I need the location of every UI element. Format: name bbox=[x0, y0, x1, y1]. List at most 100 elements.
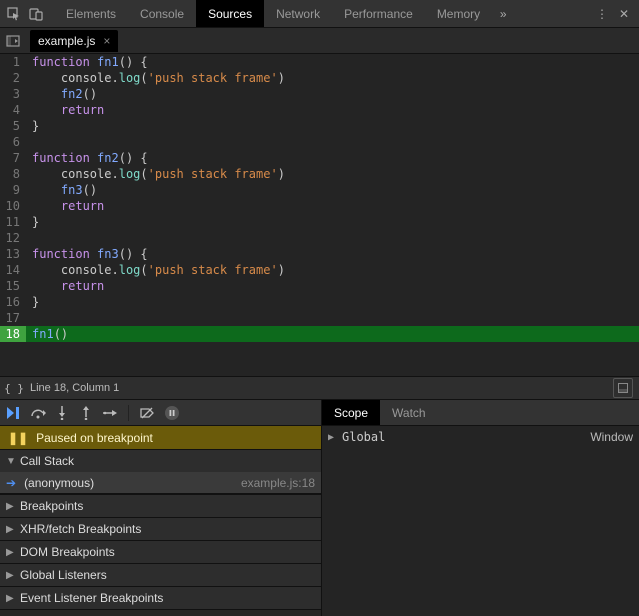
line-number[interactable]: 8 bbox=[0, 166, 26, 182]
code-line[interactable]: 7function fn2() { bbox=[0, 150, 639, 166]
line-number[interactable]: 18 bbox=[0, 326, 26, 342]
line-number[interactable]: 6 bbox=[0, 134, 26, 150]
stack-frame-fn: (anonymous) bbox=[24, 476, 94, 490]
triangle-right-icon: ▶ bbox=[6, 547, 16, 558]
line-number[interactable]: 4 bbox=[0, 102, 26, 118]
close-devtools-icon[interactable]: ✕ bbox=[613, 3, 635, 25]
code-line[interactable]: 17 bbox=[0, 310, 639, 326]
code-text bbox=[26, 230, 639, 246]
code-line[interactable]: 1function fn1() { bbox=[0, 54, 639, 70]
pause-exceptions-icon[interactable] bbox=[163, 405, 179, 421]
overflow-tabs-icon[interactable]: » bbox=[492, 3, 514, 25]
step-over-icon[interactable] bbox=[30, 405, 46, 421]
code-line[interactable]: 18fn1() bbox=[0, 326, 639, 342]
code-line[interactable]: 16} bbox=[0, 294, 639, 310]
debugger-left-pane: ❚❚ Paused on breakpoint ▼ Call Stack ➔ (… bbox=[0, 400, 322, 616]
dom-breakpoints-header[interactable]: ▶ DOM Breakpoints bbox=[0, 541, 321, 563]
panel-tabs: ElementsConsoleSourcesNetworkPerformance… bbox=[54, 0, 492, 27]
code-text: return bbox=[26, 102, 639, 118]
device-toggle-icon[interactable] bbox=[26, 4, 46, 24]
code-line[interactable]: 15 return bbox=[0, 278, 639, 294]
code-text bbox=[26, 134, 639, 150]
line-number[interactable]: 17 bbox=[0, 310, 26, 326]
code-text: function fn1() { bbox=[26, 54, 639, 70]
file-tab-label: example.js bbox=[38, 34, 95, 48]
code-line[interactable]: 12 bbox=[0, 230, 639, 246]
panel-tab-sources[interactable]: Sources bbox=[196, 0, 264, 27]
code-text: } bbox=[26, 214, 639, 230]
scope-name: Global bbox=[342, 430, 385, 444]
right-tabs: ScopeWatch bbox=[322, 400, 639, 426]
code-line[interactable]: 11} bbox=[0, 214, 639, 230]
event-listener-breakpoints-header[interactable]: ▶ Event Listener Breakpoints bbox=[0, 587, 321, 609]
code-line[interactable]: 6 bbox=[0, 134, 639, 150]
right-tab-scope[interactable]: Scope bbox=[322, 400, 380, 425]
line-number[interactable]: 14 bbox=[0, 262, 26, 278]
global-listeners-header[interactable]: ▶ Global Listeners bbox=[0, 564, 321, 586]
pause-icon: ❚❚ bbox=[8, 431, 28, 445]
pretty-print-icon[interactable]: { } bbox=[0, 382, 28, 395]
line-number[interactable]: 15 bbox=[0, 278, 26, 294]
call-stack-header[interactable]: ▼ Call Stack bbox=[0, 450, 321, 472]
code-text: function fn2() { bbox=[26, 150, 639, 166]
code-line[interactable]: 14 console.log('push stack frame') bbox=[0, 262, 639, 278]
code-line[interactable]: 2 console.log('push stack frame') bbox=[0, 70, 639, 86]
inspect-icon[interactable] bbox=[4, 4, 24, 24]
code-line[interactable]: 4 return bbox=[0, 102, 639, 118]
settings-menu-icon[interactable]: ⋮ bbox=[591, 3, 613, 25]
code-line[interactable]: 5} bbox=[0, 118, 639, 134]
code-editor[interactable]: 1function fn1() {2 console.log('push sta… bbox=[0, 54, 639, 376]
file-tab[interactable]: example.js × bbox=[30, 30, 118, 52]
code-line[interactable]: 8 console.log('push stack frame') bbox=[0, 166, 639, 182]
scope-row-global[interactable]: ▶ Global Window bbox=[328, 430, 633, 444]
code-text: } bbox=[26, 118, 639, 134]
panel-tab-network[interactable]: Network bbox=[264, 0, 332, 27]
show-navigator-icon[interactable] bbox=[0, 28, 26, 54]
paused-banner: ❚❚ Paused on breakpoint bbox=[0, 426, 321, 450]
code-line[interactable]: 10 return bbox=[0, 198, 639, 214]
deactivate-breakpoints-icon[interactable] bbox=[139, 405, 155, 421]
step-into-icon[interactable] bbox=[54, 405, 70, 421]
section-title: DOM Breakpoints bbox=[20, 545, 115, 559]
line-number[interactable]: 10 bbox=[0, 198, 26, 214]
toggle-sidebar-icon[interactable] bbox=[613, 378, 633, 398]
code-text: fn3() bbox=[26, 182, 639, 198]
code-text: console.log('push stack frame') bbox=[26, 70, 639, 86]
line-number[interactable]: 5 bbox=[0, 118, 26, 134]
line-number[interactable]: 9 bbox=[0, 182, 26, 198]
triangle-right-icon: ▶ bbox=[6, 524, 16, 535]
close-tab-icon[interactable]: × bbox=[103, 34, 110, 48]
line-number[interactable]: 11 bbox=[0, 214, 26, 230]
event-listener-breakpoints-section: ▶ Event Listener Breakpoints bbox=[0, 587, 321, 610]
panel-tab-performance[interactable]: Performance bbox=[332, 0, 425, 27]
line-number[interactable]: 13 bbox=[0, 246, 26, 262]
code-line[interactable]: 13function fn3() { bbox=[0, 246, 639, 262]
step-out-icon[interactable] bbox=[78, 405, 94, 421]
xhr-breakpoints-header[interactable]: ▶ XHR/fetch Breakpoints bbox=[0, 518, 321, 540]
line-number[interactable]: 2 bbox=[0, 70, 26, 86]
code-line[interactable]: 9 fn3() bbox=[0, 182, 639, 198]
line-number[interactable]: 1 bbox=[0, 54, 26, 70]
triangle-down-icon: ▼ bbox=[6, 456, 16, 467]
triangle-right-icon: ▶ bbox=[328, 432, 338, 443]
line-number[interactable]: 16 bbox=[0, 294, 26, 310]
section-title: Breakpoints bbox=[20, 499, 83, 513]
right-tab-watch[interactable]: Watch bbox=[380, 400, 438, 425]
paused-label: Paused on breakpoint bbox=[36, 431, 153, 445]
code-text: console.log('push stack frame') bbox=[26, 262, 639, 278]
panel-tab-memory[interactable]: Memory bbox=[425, 0, 492, 27]
breakpoints-header[interactable]: ▶ Breakpoints bbox=[0, 495, 321, 517]
call-stack-frame[interactable]: ➔ (anonymous) example.js:18 bbox=[0, 472, 321, 494]
step-icon[interactable] bbox=[102, 405, 118, 421]
resume-icon[interactable] bbox=[6, 405, 22, 421]
global-listeners-section: ▶ Global Listeners bbox=[0, 564, 321, 587]
line-number[interactable]: 12 bbox=[0, 230, 26, 246]
panel-tab-console[interactable]: Console bbox=[128, 0, 196, 27]
line-number[interactable]: 7 bbox=[0, 150, 26, 166]
code-line[interactable]: 3 fn2() bbox=[0, 86, 639, 102]
scope-value: Window bbox=[590, 430, 633, 444]
panel-tab-elements[interactable]: Elements bbox=[54, 0, 128, 27]
file-tab-bar: example.js × bbox=[0, 28, 639, 54]
line-number[interactable]: 3 bbox=[0, 86, 26, 102]
triangle-right-icon: ▶ bbox=[6, 570, 16, 581]
